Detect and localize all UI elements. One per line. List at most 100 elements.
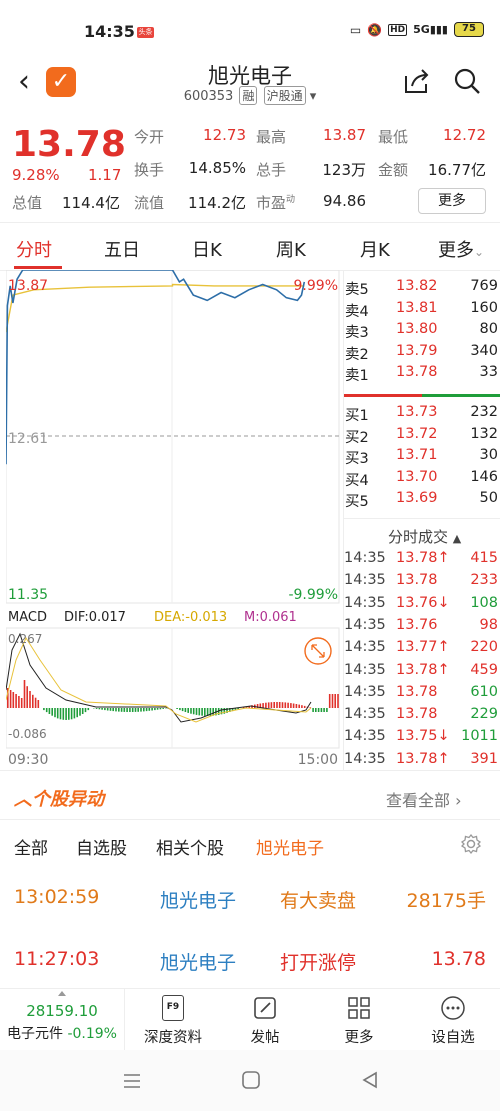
event-desc: 有大卖盘 xyxy=(280,890,357,912)
filter-watchlist[interactable]: 自选股 xyxy=(76,834,127,859)
stock-header: ‹ ✓ 旭光电子 600353 融 沪股通 ▾ xyxy=(0,52,500,116)
filter-related[interactable]: 相关个股 xyxy=(156,834,224,859)
order-book: 卖5 13.82 769 卖4 13.81 160 卖3 13.80 80 卖2… xyxy=(343,270,500,770)
tab-five-day[interactable]: 五日 xyxy=(104,236,140,262)
macd-bar xyxy=(62,708,65,720)
tab-more[interactable]: 更多⌄ xyxy=(438,236,484,262)
event-value: 13.78 xyxy=(431,948,486,970)
macd-bar xyxy=(45,708,48,713)
tab-intraday[interactable]: 分时 xyxy=(16,236,52,262)
margin-tag: 融 xyxy=(239,86,258,105)
share-icon[interactable] xyxy=(402,66,432,96)
tick-time: 14:35 xyxy=(344,616,386,633)
add-watchlist-button[interactable]: 设自选 xyxy=(408,989,498,1051)
bid-price: 13.71 xyxy=(396,447,438,464)
tick-row: 14:35 13.78↑ 415 xyxy=(344,550,500,572)
macd-bar xyxy=(98,708,101,710)
macd-bar xyxy=(140,708,142,712)
tick-row: 14:35 13.78↑ 459 xyxy=(344,662,500,684)
bid-volume: 30 xyxy=(479,447,498,464)
macd-bar xyxy=(18,696,20,708)
back-nav-icon[interactable] xyxy=(360,1070,380,1090)
divider xyxy=(0,770,500,771)
filter-all[interactable]: 全部 xyxy=(14,834,48,859)
bid-volume: 232 xyxy=(470,404,498,420)
settings-gear-icon[interactable] xyxy=(460,833,482,855)
ask-price: 13.80 xyxy=(396,321,438,338)
quote-panel: 13.78 9.28% 1.17 总值 114.4亿 今开 12.73 最高 1… xyxy=(0,116,500,220)
ask-price: 13.78 xyxy=(396,364,438,381)
bid-price: 13.72 xyxy=(396,425,438,442)
post-button[interactable]: 发帖 xyxy=(220,989,310,1051)
ask-row[interactable]: 卖5 13.82 769 xyxy=(344,278,500,300)
float-label: 流值 xyxy=(134,194,165,212)
macd-bar xyxy=(162,708,164,709)
tick-price: 13.76↓ xyxy=(396,594,450,611)
ticks-title[interactable]: 分时成交 ▲ xyxy=(388,526,461,547)
open-value: 12.73 xyxy=(203,126,246,144)
bottom-pct-label: -9.99% xyxy=(288,587,338,603)
ask-row[interactable]: 卖1 13.78 33 xyxy=(344,364,500,386)
macd-title[interactable]: MACD xyxy=(8,610,47,625)
bid-row[interactable]: 买1 13.73 232 xyxy=(344,404,500,426)
event-stock[interactable]: 旭光电子 xyxy=(160,948,236,975)
turnover-label: 换手 xyxy=(134,161,165,179)
bid-row[interactable]: 买3 13.71 30 xyxy=(344,447,500,469)
tick-row: 14:35 13.78 610 xyxy=(344,684,500,706)
more-button[interactable]: 更多 xyxy=(314,989,404,1051)
volume-label: 总手 xyxy=(256,161,287,179)
expand-icon[interactable] xyxy=(304,637,332,665)
tab-monthly-k[interactable]: 月K xyxy=(360,236,390,262)
bid-row[interactable]: 买5 13.69 50 xyxy=(344,490,500,512)
filter-current-stock[interactable]: 旭光电子 xyxy=(256,834,324,859)
bid-row[interactable]: 买4 13.70 146 xyxy=(344,469,500,491)
more-quote-button[interactable]: 更多 xyxy=(418,188,486,214)
change-pct: 9.28% xyxy=(12,166,60,184)
home-icon[interactable] xyxy=(241,1070,261,1090)
caret-up-icon: ▲ xyxy=(452,532,462,545)
bid-price: 13.70 xyxy=(396,468,438,485)
news-badge: 头条 xyxy=(137,27,154,38)
intraday-chart[interactable]: 13.87 9.99% 12.61 11.35 -9.99% MACD DIF:… xyxy=(5,269,340,770)
volume-value: 123万 xyxy=(322,161,366,179)
hd-icon: HD xyxy=(388,23,408,36)
tick-price: 13.78↑ xyxy=(396,550,450,566)
macd-bar xyxy=(101,708,103,710)
macd-bar xyxy=(320,708,323,712)
deep-data-button[interactable]: F9 深度资料 xyxy=(128,989,218,1051)
low-label: 最低 xyxy=(378,128,409,146)
ask-bid-bar-green xyxy=(422,394,500,397)
tick-price: 13.78 xyxy=(396,572,438,589)
menu-icon[interactable] xyxy=(122,1072,142,1090)
event-row[interactable]: 11:27:03 旭光电子 打开涨停 13.78 xyxy=(0,928,500,990)
sector-index-button[interactable]: 28159.10 电子元件 -0.19% xyxy=(0,989,125,1051)
turnover-value: 14.85% xyxy=(188,159,246,177)
macd-dea-label: DEA:-0.013 xyxy=(154,610,227,625)
bid-row[interactable]: 买2 13.72 132 xyxy=(344,426,500,448)
macd-bar xyxy=(184,708,187,712)
event-desc: 打开涨停 xyxy=(280,952,357,974)
view-all-link[interactable]: 查看全部 › xyxy=(386,787,462,811)
divider xyxy=(0,222,500,223)
pe-value: 94.86 xyxy=(323,192,366,210)
tab-weekly-k[interactable]: 周K xyxy=(276,236,306,262)
high-label: 最高 xyxy=(256,128,287,146)
event-row[interactable]: 13:02:59 旭光电子 有大卖盘 28175手 xyxy=(0,866,500,928)
event-stock[interactable]: 旭光电子 xyxy=(160,886,236,913)
macd-bar xyxy=(84,708,87,713)
macd-bar xyxy=(115,708,117,712)
macd-bar xyxy=(284,702,287,708)
open-label: 今开 xyxy=(134,128,165,146)
grid-icon xyxy=(348,997,370,1019)
macd-m-label: M:0.061 xyxy=(244,610,297,625)
tab-daily-k[interactable]: 日K xyxy=(192,236,222,262)
search-icon[interactable] xyxy=(452,66,482,96)
ask-row[interactable]: 卖3 13.80 80 xyxy=(344,321,500,343)
ask-label: 卖3 xyxy=(345,325,369,342)
tick-row: 14:35 13.75↓ 1011 xyxy=(344,728,500,750)
ask-row[interactable]: 卖4 13.81 160 xyxy=(344,300,500,322)
bid-label: 买3 xyxy=(345,451,369,468)
status-bar: 14:35 头条 ▭ 🔕 HD 5G▮▮▮ 75 xyxy=(0,0,500,52)
post-label: 发帖 xyxy=(250,1030,280,1046)
ask-row[interactable]: 卖2 13.79 340 xyxy=(344,343,500,365)
